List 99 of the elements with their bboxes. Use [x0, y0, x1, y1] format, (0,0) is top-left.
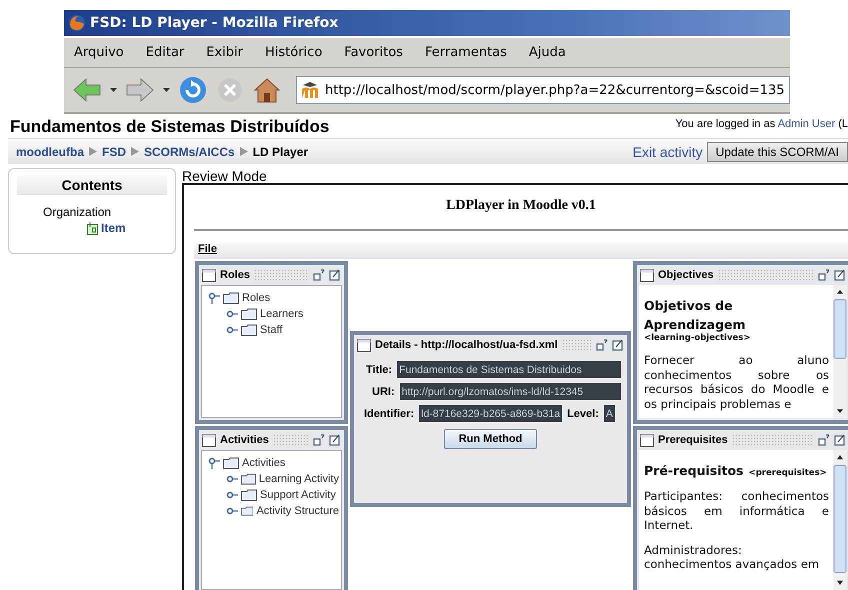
folder-icon [241, 505, 254, 517]
window-icon [640, 434, 654, 446]
folder-icon [241, 473, 256, 485]
update-button[interactable]: Update this SCORM/AI [706, 142, 848, 162]
title-bar-grip[interactable] [718, 269, 814, 281]
tree-item[interactable]: Activity Structure [256, 505, 339, 517]
player-title: LDPlayer in Moodle v0.1 [445, 197, 597, 215]
menu-item[interactable]: File [198, 243, 217, 255]
breadcrumb-arrow-icon [131, 147, 139, 156]
tree-item[interactable]: Activities [242, 457, 286, 469]
section-heading: Pré-requisitos [644, 463, 744, 478]
field-label: Title: [366, 364, 392, 376]
frame-title: Roles [220, 269, 250, 281]
collapsed-handle-icon[interactable] [226, 473, 238, 485]
breadcrumb-arrow-icon [89, 147, 97, 156]
site-icon [301, 82, 319, 98]
tree-item[interactable]: Roles [242, 292, 270, 304]
collapsed-handle-icon[interactable] [226, 505, 238, 517]
back-arrow-icon[interactable] [72, 77, 102, 103]
title-bar-grip[interactable] [254, 269, 309, 281]
menu-item[interactable]: Favoritos [344, 45, 403, 60]
folder-icon [241, 489, 257, 501]
title-bar-grip[interactable] [732, 434, 814, 446]
maximize-icon[interactable] [612, 339, 624, 351]
maximize-icon[interactable] [329, 434, 341, 446]
collapsed-handle-icon[interactable] [226, 489, 238, 501]
minimize-icon[interactable] [818, 269, 830, 281]
address-field[interactable]: http://localhost/mod/scorm/player.php?a=22&currentorg=&scoid=135 [296, 76, 790, 104]
exit-activity-link[interactable]: Exit activity [632, 144, 703, 160]
dropdown-caret-icon[interactable] [110, 88, 117, 92]
folder-icon [241, 308, 257, 320]
folder-icon [223, 457, 239, 469]
section-heading: Objetivos de Aprendizagem [644, 298, 746, 332]
scrollbar[interactable] [833, 450, 847, 590]
window-icon [357, 338, 371, 352]
text-field[interactable]: Fundamentos de Sistemas Distribuidos [397, 361, 621, 378]
element-tag: <learning-objectives> [644, 333, 829, 343]
tree-item[interactable]: Staff [260, 324, 282, 336]
field-label: Level: [567, 408, 599, 420]
text-field[interactable]: ld-8716e329-b265-a869-b31a [419, 405, 562, 422]
forward-arrow-icon[interactable] [125, 77, 155, 103]
paragraph: Fornecer ao aluno conhecimentos sobre os recursos básicos do Moodle e os principais problemas e [644, 353, 829, 411]
field-label: Identifier: [364, 408, 414, 420]
breadcrumb-arrow-icon [240, 147, 248, 156]
menu-item[interactable]: Exibir [206, 45, 243, 60]
minimize-icon[interactable] [596, 339, 608, 351]
item-link[interactable]: Item [101, 221, 126, 235]
user-link[interactable]: Admin User [778, 118, 836, 130]
course-heading: Fundamentos de Sistemas Distribuídos [10, 117, 330, 137]
page-icon [87, 222, 98, 234]
breadcrumb-link[interactable]: SCORMs/AICCs [144, 144, 235, 158]
frame-title: Prerequisites [658, 434, 728, 446]
maximize-icon[interactable] [834, 269, 846, 281]
text-field[interactable]: A [604, 405, 615, 422]
minimize-icon[interactable] [818, 434, 830, 446]
title-bar-grip[interactable] [272, 434, 309, 446]
browser-logo-icon [68, 14, 86, 32]
maximize-icon[interactable] [834, 434, 846, 446]
collapsed-handle-icon[interactable] [226, 308, 238, 320]
element-tag: <prerequisites> [748, 468, 827, 478]
window-icon [202, 434, 216, 446]
reload-icon[interactable] [178, 75, 208, 105]
window-icon [640, 268, 654, 282]
text-field[interactable]: http://purl.org/lzomatos/ims-ld/ld-12345 [400, 383, 621, 400]
folder-icon [223, 292, 239, 304]
tree-item[interactable]: Support Activity [260, 489, 336, 501]
menu-item[interactable]: Editar [146, 45, 184, 60]
minimize-icon[interactable] [313, 269, 325, 281]
frame-title: Objectives [658, 269, 714, 281]
login-info: You are logged in as Admin User (L [675, 118, 848, 130]
run-method-button[interactable]: Run Method [444, 429, 538, 449]
title-bar-grip[interactable] [562, 339, 592, 351]
dropdown-caret-icon[interactable] [163, 88, 170, 92]
breadcrumb-link[interactable]: FSD [102, 144, 126, 158]
menu-item[interactable]: Ajuda [528, 45, 566, 60]
menu-item[interactable]: Histórico [265, 45, 322, 60]
minimize-icon[interactable] [313, 434, 325, 446]
block-title: Contents [17, 175, 167, 195]
window-title: FSD: LD Player - Mozilla Firefox [90, 15, 338, 31]
tree-item[interactable]: Learners [260, 308, 304, 320]
expanded-handle-icon[interactable] [208, 457, 220, 469]
field-label: URI: [372, 386, 395, 398]
maximize-icon[interactable] [329, 269, 341, 281]
expanded-handle-icon[interactable] [208, 292, 220, 304]
scrollbar[interactable] [833, 285, 847, 418]
paragraph: Administradores: conhecimentos avançados em [644, 542, 820, 572]
menu-item[interactable]: Ferramentas [424, 45, 507, 60]
frame-title: Details - http://localhost/ua-fsd.xml [375, 339, 558, 351]
folder-icon [241, 324, 257, 336]
breadcrumb-link[interactable]: moodleufba [16, 144, 84, 158]
frame-title: Activities [220, 434, 269, 446]
collapsed-handle-icon[interactable] [226, 324, 238, 336]
paragraph: Participantes: conhecimentos básicos em informática e Internet. [644, 489, 829, 532]
menu-item[interactable]: Arquivo [74, 45, 124, 60]
mode-label: Review Mode [182, 168, 268, 183]
breadcrumb-current: LD Player [252, 144, 308, 158]
tree-item[interactable]: Learning Activity [258, 473, 339, 485]
organization-label: Organization [43, 205, 112, 219]
window-icon [202, 268, 216, 282]
